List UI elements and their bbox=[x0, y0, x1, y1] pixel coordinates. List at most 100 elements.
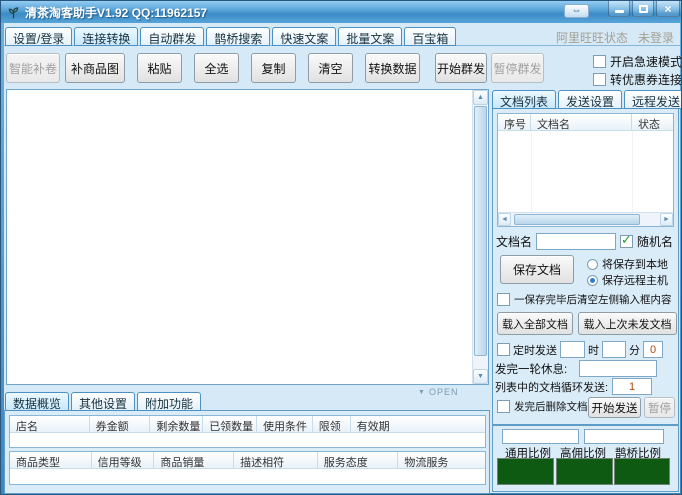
maximize-button[interactable] bbox=[632, 1, 654, 17]
wangwang-status-value: 未登录 bbox=[638, 29, 674, 46]
col-claimed[interactable]: 已领数量 bbox=[203, 416, 257, 432]
tab-remote-send[interactable]: 远程发送 bbox=[624, 90, 682, 109]
load-unsent-docs-button[interactable]: 载入上次未发文档 bbox=[578, 312, 677, 335]
col-description-match[interactable]: 描述相符 bbox=[234, 452, 318, 468]
col-sales-volume[interactable]: 商品销量 bbox=[154, 452, 234, 468]
tab-extra-features[interactable]: 附加功能 bbox=[137, 392, 201, 411]
document-list-header: 序号 文档名 状态 bbox=[498, 114, 673, 131]
rest-input[interactable] bbox=[579, 360, 657, 377]
hscrollbar-thumb[interactable] bbox=[514, 214, 640, 225]
fast-mode-checkbox[interactable] bbox=[593, 55, 606, 68]
clear-after-save-checkbox[interactable] bbox=[497, 293, 510, 306]
delete-after-label: 发完后删除文档 bbox=[514, 399, 588, 414]
hour-input[interactable] bbox=[560, 341, 585, 358]
col-service-attitude[interactable]: 服务态度 bbox=[318, 452, 399, 468]
pause-group-send-button[interactable]: 暂停群发 bbox=[491, 53, 544, 83]
coupon-link-option[interactable]: 转优惠券连接 bbox=[593, 71, 682, 88]
coupon-data-table[interactable]: 店名 券金额 剩余数量 已领数量 使用条件 限领 有效期 bbox=[9, 415, 486, 448]
save-remote-radio[interactable] bbox=[587, 275, 598, 286]
main-text-editor[interactable]: ▲ ▼ bbox=[6, 89, 489, 385]
coupon-link-checkbox[interactable] bbox=[593, 73, 606, 86]
swap-icon: ⇔ bbox=[572, 6, 582, 16]
minimize-icon bbox=[615, 10, 624, 13]
tab-other-settings[interactable]: 其他设置 bbox=[71, 392, 135, 411]
random-name-checkbox[interactable]: ✓ bbox=[620, 235, 633, 248]
tab-quick-copywriting[interactable]: 快速文案 bbox=[272, 27, 336, 46]
timed-send-label: 定时发送 bbox=[513, 342, 557, 358]
col-index[interactable]: 序号 bbox=[498, 114, 531, 130]
convert-data-button[interactable]: 转换数据 bbox=[365, 53, 420, 83]
copy-button[interactable]: 复制 bbox=[251, 53, 296, 83]
fill-product-image-button[interactable]: 补商品图 bbox=[65, 53, 125, 83]
col-coupon-amount[interactable]: 券金额 bbox=[90, 416, 151, 432]
doc-name-label: 文档名 bbox=[496, 233, 532, 250]
timed-send-checkbox[interactable] bbox=[497, 343, 510, 356]
tab-queqiao-search[interactable]: 鹊桥搜索 bbox=[206, 27, 270, 46]
editor-vertical-scrollbar[interactable]: ▲ ▼ bbox=[472, 90, 488, 384]
fast-mode-option[interactable]: 开启急速模式 bbox=[593, 53, 682, 70]
load-all-docs-button[interactable]: 载入全部文档 bbox=[497, 312, 573, 335]
queqiao-ratio-display bbox=[614, 458, 670, 485]
coupon-table-body bbox=[10, 433, 485, 447]
scroll-down-icon[interactable]: ▼ bbox=[473, 369, 488, 384]
col-shop-name[interactable]: 店名 bbox=[10, 416, 90, 432]
tab-doc-list[interactable]: 文档列表 bbox=[492, 90, 556, 109]
col-conditions[interactable]: 使用条件 bbox=[257, 416, 313, 432]
wangwang-status-label: 阿里旺旺状态 bbox=[556, 29, 628, 46]
tab-auto-send[interactable]: 自动群发 bbox=[140, 27, 204, 46]
paste-button[interactable]: 粘贴 bbox=[137, 53, 182, 83]
fast-mode-label: 开启急速模式 bbox=[610, 53, 682, 70]
skin-switch-button[interactable]: ⇔ bbox=[564, 4, 589, 18]
minute-suffix: 分 bbox=[629, 342, 640, 358]
scroll-left-icon[interactable]: ◄ bbox=[498, 213, 511, 226]
ratio-input-1[interactable] bbox=[502, 429, 579, 444]
scroll-up-icon[interactable]: ▲ bbox=[473, 90, 488, 105]
col-status[interactable]: 状态 bbox=[632, 114, 673, 130]
scroll-right-icon[interactable]: ► bbox=[660, 213, 673, 226]
tab-data-overview[interactable]: 数据概览 bbox=[5, 392, 69, 411]
tab-link-convert[interactable]: 连接转换 bbox=[74, 27, 138, 46]
start-group-send-button[interactable]: 开始群发 bbox=[435, 53, 487, 83]
product-data-table[interactable]: 商品类型 信用等级 商品销量 描述相符 服务态度 物流服务 bbox=[9, 451, 486, 485]
close-icon: × bbox=[664, 3, 671, 15]
save-local-label: 将保存到本地 bbox=[602, 256, 668, 272]
clear-after-save-option[interactable]: 一保存完毕后清空左侧输入框内容 bbox=[497, 292, 672, 307]
save-remote-option[interactable]: 保存远程主机 bbox=[587, 272, 668, 288]
scrollbar-thumb[interactable] bbox=[474, 106, 487, 356]
tab-settings-login[interactable]: 设置/登录 bbox=[5, 27, 72, 46]
save-doc-button[interactable]: 保存文档 bbox=[500, 255, 574, 284]
document-list[interactable]: 序号 文档名 状态 ◄ ► bbox=[497, 113, 674, 227]
smart-fill-coupon-button[interactable]: 智能补卷 bbox=[6, 53, 60, 83]
tab-toolbox[interactable]: 百宝箱 bbox=[404, 27, 456, 46]
loop-count-input[interactable] bbox=[612, 378, 652, 395]
col-logistics-service[interactable]: 物流服务 bbox=[398, 452, 485, 468]
document-list-body[interactable] bbox=[498, 131, 673, 213]
save-local-radio[interactable] bbox=[587, 259, 598, 270]
tab-send-settings[interactable]: 发送设置 bbox=[558, 90, 622, 109]
close-button[interactable]: × bbox=[656, 1, 680, 17]
col-remaining[interactable]: 剩余数量 bbox=[150, 416, 203, 432]
tab-batch-copywriting[interactable]: 批量文案 bbox=[338, 27, 402, 46]
select-all-button[interactable]: 全选 bbox=[194, 53, 239, 83]
col-credit-level[interactable]: 信用等级 bbox=[92, 452, 155, 468]
second-input[interactable] bbox=[643, 341, 663, 358]
editor-expand-control[interactable]: ▼ OPEN bbox=[418, 387, 458, 397]
check-icon: ✓ bbox=[621, 232, 632, 248]
col-product-type[interactable]: 商品类型 bbox=[10, 452, 92, 468]
col-doc-name[interactable]: 文档名 bbox=[531, 114, 632, 130]
random-name-label: 随机名 bbox=[637, 233, 673, 250]
ratio-input-2[interactable] bbox=[584, 429, 664, 444]
start-send-button[interactable]: 开始发送 bbox=[588, 397, 641, 418]
minute-input[interactable] bbox=[602, 341, 626, 358]
pause-send-button[interactable]: 暂停 bbox=[644, 397, 675, 418]
col-validity[interactable]: 有效期 bbox=[351, 416, 485, 432]
save-local-option[interactable]: 将保存到本地 bbox=[587, 256, 668, 272]
doc-panel-tabstrip: 文档列表 发送设置 远程发送 bbox=[492, 90, 682, 109]
doc-name-input[interactable] bbox=[536, 233, 616, 250]
document-list-hscrollbar[interactable]: ◄ ► bbox=[498, 212, 673, 226]
col-limit[interactable]: 限领 bbox=[313, 416, 351, 432]
clear-button[interactable]: 清空 bbox=[308, 53, 353, 83]
delete-after-option[interactable]: 发完后删除文档 bbox=[497, 399, 588, 414]
delete-after-checkbox[interactable] bbox=[497, 400, 510, 413]
minimize-button[interactable] bbox=[608, 1, 630, 17]
